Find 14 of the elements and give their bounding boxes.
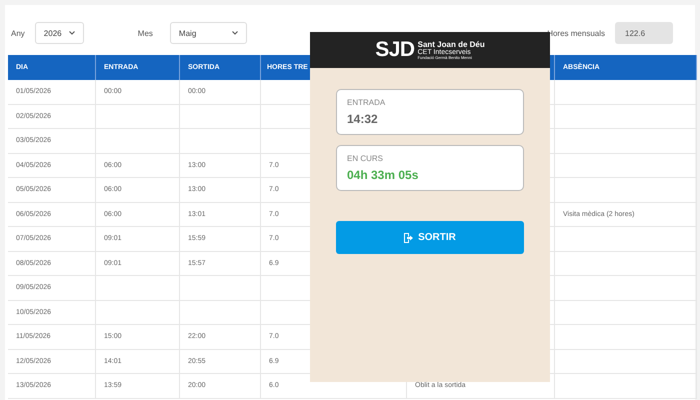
caret-icon (68, 31, 75, 35)
exit-icon (404, 232, 414, 242)
month-label: Mes (138, 28, 153, 38)
month-select[interactable]: Maig (170, 22, 247, 44)
field-value: 14:32 (347, 112, 379, 126)
field-label: ENTRADA (347, 98, 386, 107)
logo-mark: SJD (375, 38, 415, 62)
logo-name: Sant Joan de Déu (418, 40, 485, 48)
caret-icon (232, 31, 238, 35)
year-label: Any (11, 28, 25, 38)
monthly-hours-field: 122.6 (615, 22, 673, 44)
year-select[interactable]: 2026 (34, 22, 84, 44)
field-label: EN CURS (347, 154, 384, 163)
field-value: 04h 33m 05s (347, 168, 420, 182)
